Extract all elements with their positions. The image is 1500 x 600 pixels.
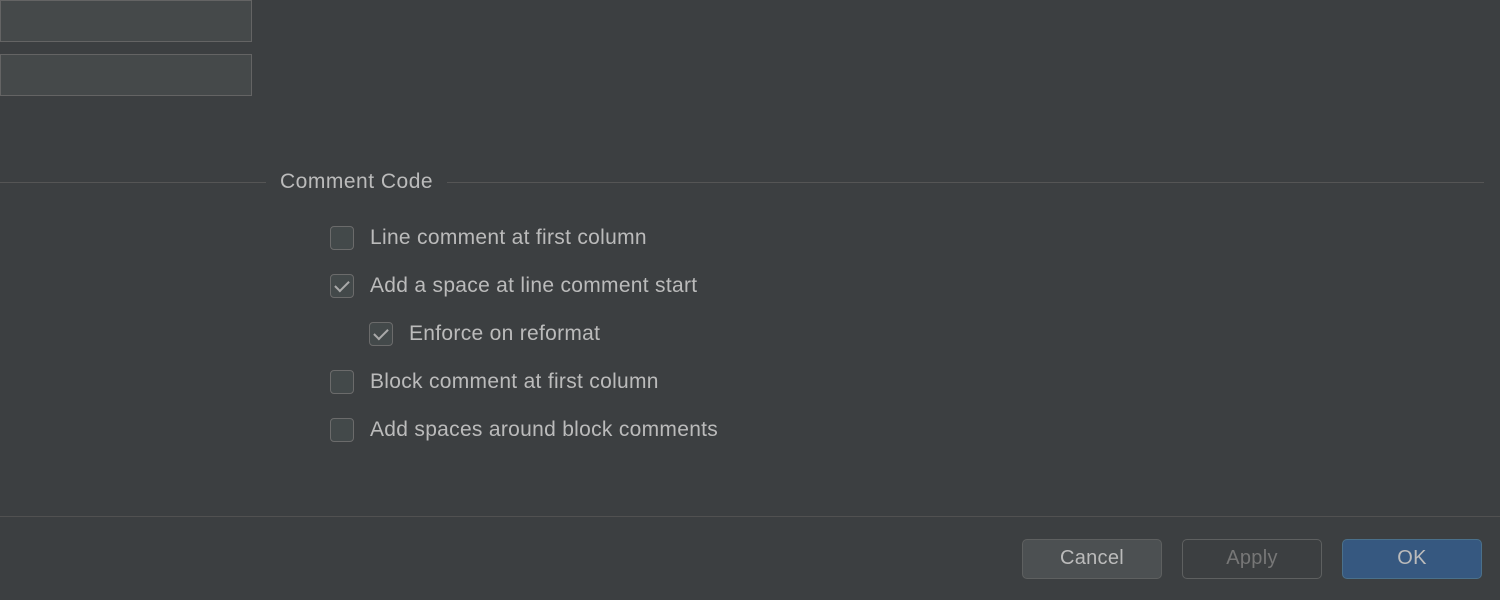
- divider-right: [447, 182, 1484, 183]
- option-enforce-on-reformat: Enforce on reformat: [0, 322, 1484, 346]
- text-input[interactable]: [0, 0, 252, 42]
- checkbox-label[interactable]: Line comment at first column: [370, 226, 647, 250]
- cancel-button[interactable]: Cancel: [1022, 539, 1162, 579]
- ok-button[interactable]: OK: [1342, 539, 1482, 579]
- section-header: Comment Code: [0, 170, 1484, 194]
- truncated-input-group: [0, 0, 252, 108]
- divider-left: [0, 182, 266, 183]
- option-line-comment-first-column: Line comment at first column: [0, 226, 1484, 250]
- checkbox-block-comment-first-column[interactable]: [330, 370, 354, 394]
- comment-code-section: Comment Code Line comment at first colum…: [0, 170, 1500, 466]
- option-block-comment-first-column: Block comment at first column: [0, 370, 1484, 394]
- checkbox-label[interactable]: Enforce on reformat: [409, 322, 600, 346]
- apply-button[interactable]: Apply: [1182, 539, 1322, 579]
- checkbox-enforce-on-reformat[interactable]: [369, 322, 393, 346]
- checkbox-label[interactable]: Add a space at line comment start: [370, 274, 697, 298]
- checkbox-add-spaces-block-comments[interactable]: [330, 418, 354, 442]
- button-bar: Cancel Apply OK: [0, 516, 1500, 600]
- text-input[interactable]: [0, 54, 252, 96]
- checkbox-label[interactable]: Add spaces around block comments: [370, 418, 718, 442]
- section-title: Comment Code: [266, 170, 447, 194]
- option-add-space-line-comment: Add a space at line comment start: [0, 274, 1484, 298]
- checkbox-add-space-line-comment[interactable]: [330, 274, 354, 298]
- checkbox-label[interactable]: Block comment at first column: [370, 370, 659, 394]
- checkbox-line-comment-first-column[interactable]: [330, 226, 354, 250]
- option-add-spaces-block-comments: Add spaces around block comments: [0, 418, 1484, 442]
